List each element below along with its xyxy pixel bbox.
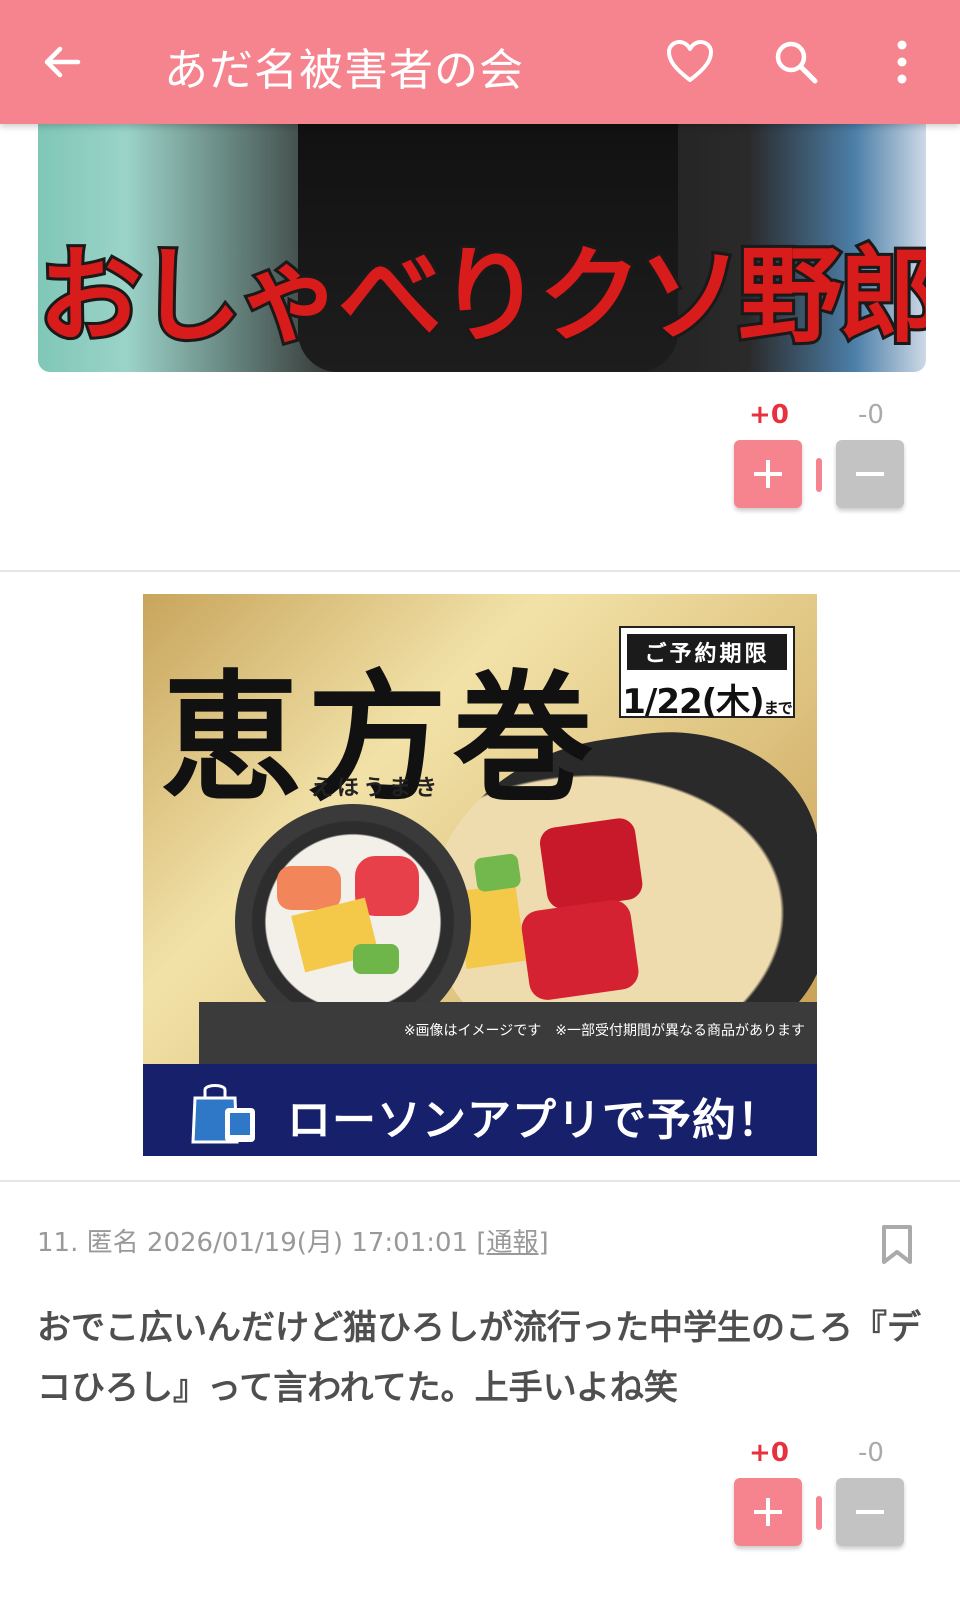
cucumber-piece (353, 944, 399, 974)
app-bar: あだ名被害者の会 (0, 0, 960, 124)
ad-cta-text: ローソンアプリで予約！ (287, 1095, 782, 1146)
vote-ratio-bar (816, 1496, 822, 1530)
comment-meta: 11. 匿名 2026/01/19(月) 17:01:01 [通報] (37, 1222, 549, 1259)
plus-count: +0 (749, 400, 789, 430)
image-caption: おしゃべりクソ野郎!! (38, 232, 926, 360)
ad-cta-bar[interactable]: ローソンアプリで予約！ (143, 1064, 817, 1156)
plus-button[interactable] (734, 440, 802, 508)
ad-reading: えほうまき (311, 776, 442, 801)
plus-count: +0 (749, 1438, 789, 1468)
tuna-piece (537, 816, 645, 911)
deadline-date: 1/22(木)まで (621, 674, 793, 723)
heart-outline-icon[interactable] (664, 36, 716, 88)
page-title: あだ名被害者の会 (164, 45, 524, 96)
minus-button[interactable] (836, 440, 904, 508)
salmon-piece (277, 866, 341, 910)
minus-count: -0 (858, 1438, 884, 1468)
cucumber-piece (473, 852, 522, 893)
divider (0, 1180, 960, 1182)
vote-controls: +0 -0 (734, 400, 924, 530)
comment-author: 匿名 (86, 1228, 139, 1258)
post-image[interactable]: おしゃべりクソ野郎!! (38, 110, 926, 372)
deadline-date-value: 1/22(木) (622, 682, 764, 722)
bookmark-icon[interactable] (880, 1224, 914, 1266)
report-link[interactable]: 通報 (487, 1228, 539, 1258)
shopping-bag-icon (191, 1084, 255, 1144)
report-bracket-close: ] (538, 1228, 549, 1258)
ad-note: ※画像はイメージです ※一部受付期間が異なる商品があります (403, 1023, 805, 1039)
comment-datetime: 2026/01/19(月) 17:01:01 (146, 1228, 469, 1258)
vote-ratio-bar (816, 458, 822, 492)
deadline-suffix: まで (763, 699, 793, 717)
deadline-title: ご予約期限 (627, 634, 787, 670)
vote-controls: +0 -0 (734, 1438, 924, 1568)
comment-body: おでこ広いんだけど猫ひろしが流行った中学生のころ『デコひろし』って言われてた。上… (37, 1308, 921, 1408)
ad-banner[interactable]: 恵方巻 えほうまき ご予約期限 1/22(木)まで ※画像はイメージです ※一部… (143, 594, 817, 1156)
ad-image: 恵方巻 えほうまき ご予約期限 1/22(木)まで ※画像はイメージです ※一部… (143, 594, 817, 1094)
search-icon[interactable] (770, 36, 822, 88)
tuna-piece (519, 897, 641, 1003)
report-bracket-open: [ (476, 1228, 487, 1258)
minus-button[interactable] (836, 1478, 904, 1546)
minus-count: -0 (858, 400, 884, 430)
comment-number: 11. (37, 1228, 79, 1258)
divider (0, 570, 960, 572)
plus-button[interactable] (734, 1478, 802, 1546)
arrow-left-icon[interactable] (38, 38, 86, 86)
more-vertical-icon[interactable] (876, 36, 928, 88)
deadline-box: ご予約期限 1/22(木)まで (619, 626, 795, 722)
